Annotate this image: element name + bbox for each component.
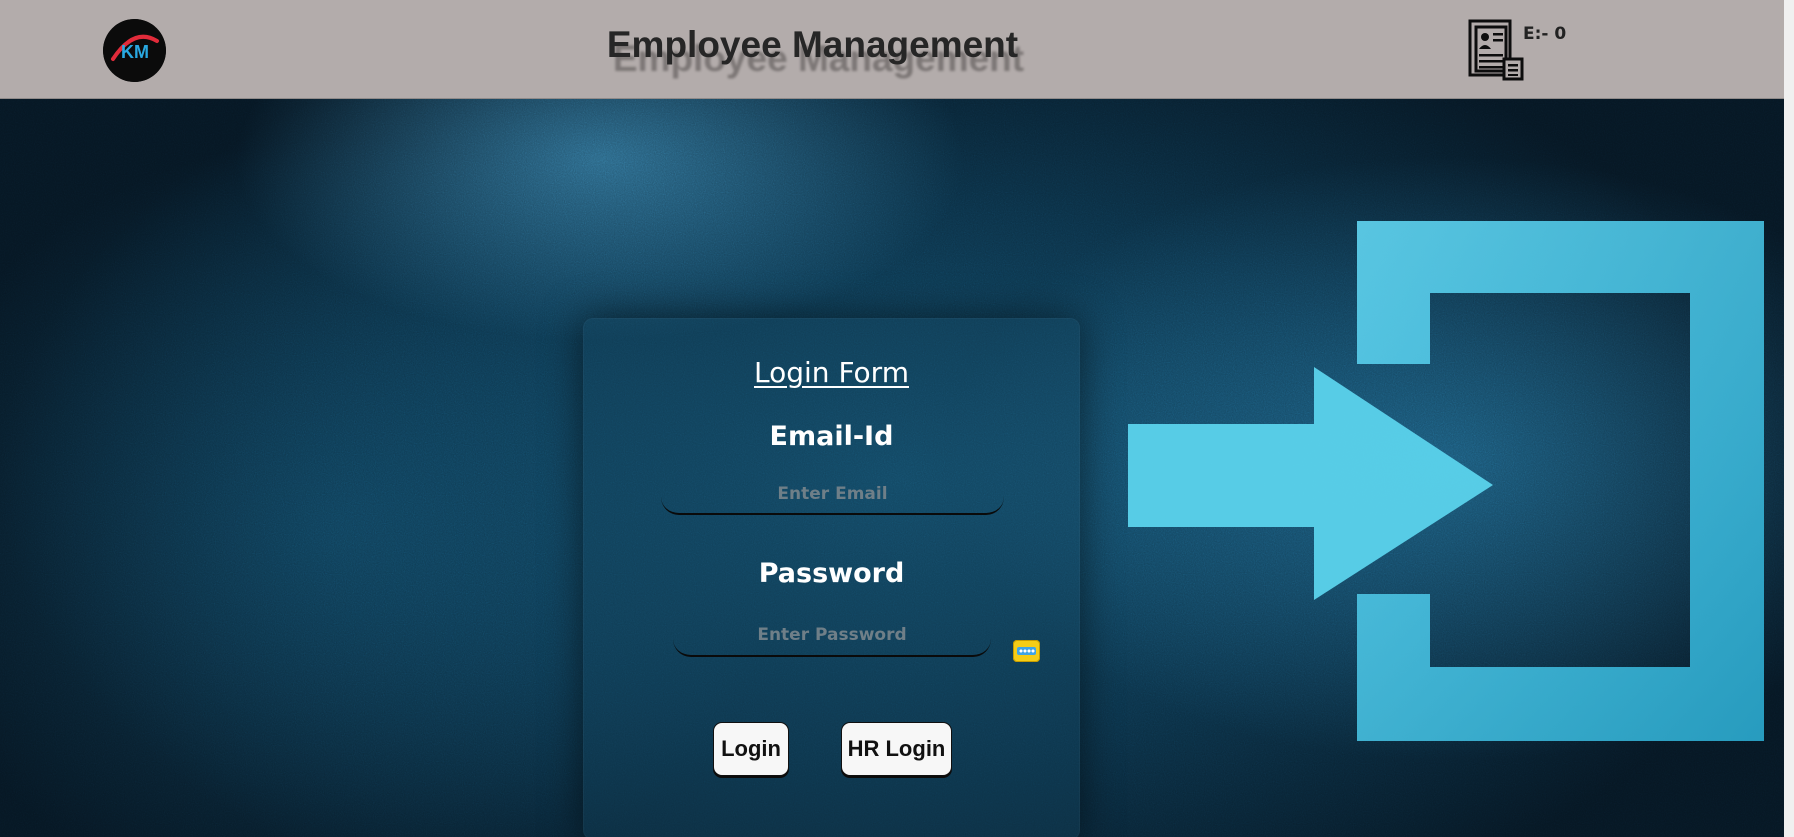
email-label: Email-Id <box>769 421 894 452</box>
email-input[interactable] <box>661 474 1004 515</box>
hero-background: Login Form Email-Id Password Login HR Lo… <box>0 99 1784 837</box>
login-form-title: Login Form <box>754 356 909 389</box>
employee-count: E:- 0 <box>1523 24 1567 44</box>
header-bar: KM Employee Management Employee Manageme… <box>0 0 1784 99</box>
page-title: Employee Management <box>606 24 1019 65</box>
page-scrollbar[interactable] <box>1783 0 1794 837</box>
password-dots-icon[interactable] <box>1013 640 1040 662</box>
document-list-icon[interactable] <box>1468 19 1524 81</box>
password-input[interactable] <box>673 614 991 657</box>
login-button[interactable]: Login <box>713 722 789 776</box>
password-label: Password <box>758 558 905 589</box>
hr-login-button[interactable]: HR Login <box>841 722 952 776</box>
login-form-card: Login Form Email-Id Password Login HR Lo… <box>583 318 1080 837</box>
login-arrow-icon <box>1128 221 1764 741</box>
